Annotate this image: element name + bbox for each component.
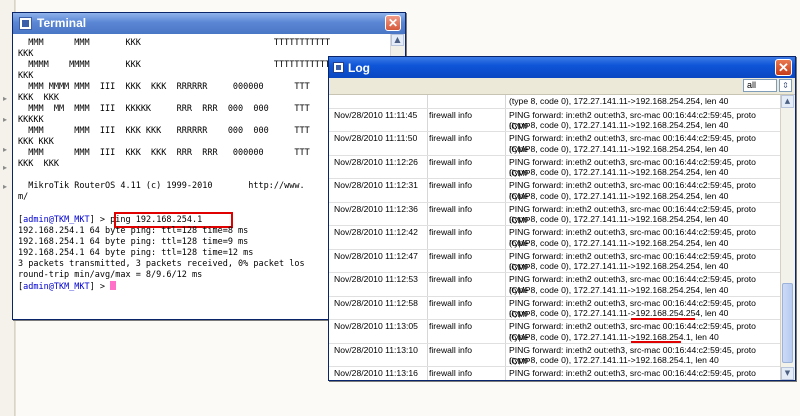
terminal-output-line: 3 packets transmitted, 3 packets receive… (18, 259, 305, 269)
log-topic: firewall info (429, 321, 472, 331)
terminal-banner-line: KKK (18, 71, 34, 81)
log-time: Nov/28/2010 11:12:58 (334, 297, 418, 308)
terminal-banner-line: KKK KKK (18, 93, 59, 103)
destination-underline (631, 317, 695, 320)
log-titlebar[interactable]: Log ✕ (329, 57, 795, 78)
terminal-banner-line: MMM MM MMM III KKKKK RRR RRR 000 000 TTT (18, 104, 310, 114)
terminal-prompt-line: [admin@TKM_MKT] > (18, 281, 117, 292)
log-window[interactable]: Log ✕ all ⇕ (type 8, code 0), 172.27.141… (328, 56, 796, 381)
prompt-suffix: ] > (89, 282, 111, 292)
log-message-detail: (type 8, code 0), 172.27.141.11->192.168… (509, 261, 729, 271)
log-message-detail: (type 8, code 0), 172.27.141.11->192.168… (509, 143, 729, 154)
log-title: Log (348, 61, 370, 75)
log-topic: firewall info (429, 180, 472, 190)
log-time: Nov/28/2010 11:13:16 (334, 368, 418, 378)
log-topic: firewall info (429, 250, 472, 261)
log-row[interactable]: Nov/28/2010 11:12:47 firewall info PING fo… (329, 250, 781, 273)
prompt-user: admin@TKM_MKT (23, 282, 90, 292)
marker-arrow-icon: ▸ (3, 94, 8, 103)
log-topic: firewall info (429, 344, 472, 355)
log-message-detail: (type 8, code 0), 172.27.141.11->192.168… (509, 355, 719, 365)
prompt-user: admin@TKM_MKT (23, 215, 90, 225)
scrollbar-thumb[interactable] (782, 283, 793, 363)
log-toolbar: all ⇕ (329, 78, 795, 95)
terminal-banner-line: MMM MMM III KKK KKK RRRRRR 000 000 TTT (18, 126, 310, 136)
log-scrollbar[interactable]: ▲ ▼ (780, 95, 795, 380)
log-message-detail: (type 8, code 0), 172.27.141.11->192.168… (509, 167, 729, 177)
log-topic: firewall info (429, 227, 472, 237)
close-icon[interactable]: ✕ (385, 15, 401, 31)
log-row[interactable]: Nov/28/2010 11:11:45 firewall info PING fo… (329, 109, 781, 132)
terminal-banner-line: MikroTik RouterOS 4.11 (c) 1999-2010 htt… (18, 181, 305, 191)
log-row[interactable]: Nov/28/2010 11:11:50 firewall info PING fo… (329, 132, 781, 156)
log-topic: firewall info (429, 368, 472, 378)
marker-arrow-icon: ▸ (3, 182, 8, 191)
terminal-banner-line: MMM MMMM MMM III KKK KKK RRRRRR 000000 T… (18, 82, 310, 92)
log-time: Nov/28/2010 11:12:53 (334, 274, 418, 284)
prompt-suffix: ] > (89, 215, 111, 225)
log-message-detail: (type 8, code 0), 172.27.141.11->192.168… (509, 190, 729, 201)
log-message: PING forward: in:eth2 out:eth3, src-mac … (509, 368, 756, 380)
log-app-icon (333, 62, 344, 73)
log-time: Nov/28/2010 11:13:10 (334, 344, 418, 355)
log-time: Nov/28/2010 11:12:36 (334, 203, 418, 214)
marker-arrow-icon: ▸ (3, 163, 8, 172)
terminal-title: Terminal (37, 16, 87, 30)
log-row[interactable]: Nov/28/2010 11:12:53 firewall info PING fo… (329, 273, 781, 297)
terminal-titlebar[interactable]: Terminal ✕ (13, 13, 405, 34)
terminal-banner-line: KKKKK (18, 115, 44, 125)
log-topic: firewall info (429, 133, 472, 143)
log-topic: firewall info (429, 203, 472, 214)
terminal-banner-line: MMM MMM KKK TTTTTTTTTTT (18, 38, 331, 48)
log-topic: firewall info (429, 109, 472, 120)
log-row[interactable]: Nov/28/2010 11:12:31 firewall info PING fo… (329, 179, 781, 203)
terminal-output-line: round-trip min/avg/max = 8/9.6/12 ms (18, 270, 203, 280)
scroll-up-icon[interactable]: ▲ (781, 95, 794, 108)
dropdown-arrow-icon[interactable]: ⇕ (779, 79, 792, 92)
terminal-banner-line: MMM MMM III KKK KKK RRR RRR 000000 TTT (18, 148, 310, 158)
terminal-app-icon (19, 17, 32, 30)
log-message-detail: (type 8, code 0), 172.27.141.11->192.168… (509, 237, 729, 248)
log-table[interactable]: (type 8, code 0), 172.27.141.11->192.168… (329, 95, 781, 380)
marker-arrow-icon: ▸ (3, 145, 8, 154)
terminal-output-line: 192.168.254.1 64 byte ping: ttl=128 time… (18, 248, 254, 258)
terminal-banner-line: KKK (18, 49, 34, 59)
log-row[interactable]: Nov/28/2010 11:12:36 firewall info PING fo… (329, 203, 781, 226)
log-row[interactable]: Nov/28/2010 11:13:10 firewall info PING fo… (329, 344, 781, 367)
log-time: Nov/28/2010 11:13:05 (334, 321, 418, 331)
log-message: (type 8, code 0), 172.27.141.11->192.168… (509, 96, 729, 106)
log-row-partial[interactable]: (type 8, code 0), 172.27.141.11->192.168… (329, 95, 781, 109)
log-topic: firewall info (429, 156, 472, 167)
terminal-banner-line: KKK KKK (18, 159, 59, 169)
log-row[interactable]: Nov/28/2010 11:13:16 firewall info PING fo… (329, 367, 781, 380)
scroll-up-icon[interactable]: ▲ (391, 34, 404, 46)
log-row[interactable]: Nov/28/2010 11:12:42 firewall info PING fo… (329, 226, 781, 250)
terminal-output-line: 192.168.254.1 64 byte ping: ttl=128 time… (18, 226, 249, 236)
log-time: Nov/28/2010 11:12:47 (334, 250, 418, 261)
log-time: Nov/28/2010 11:12:31 (334, 180, 418, 190)
log-topic: firewall info (429, 297, 472, 308)
log-row[interactable]: Nov/28/2010 11:12:58 firewall info PING fo… (329, 297, 781, 320)
log-message-detail: (type 8, code 0), 172.27.141.11->192.168… (509, 214, 729, 224)
log-time: Nov/28/2010 11:12:42 (334, 227, 418, 237)
log-filter-select[interactable]: all (743, 79, 777, 92)
terminal-banner-line: KKK KKK (18, 137, 54, 147)
scroll-down-icon[interactable]: ▼ (781, 367, 794, 380)
log-time: Nov/28/2010 11:11:50 (334, 133, 418, 143)
terminal-banner-line: m/ (18, 192, 29, 202)
destination-underline (631, 341, 681, 343)
marker-arrow-icon: ▸ (3, 115, 8, 124)
log-time: Nov/28/2010 11:12:26 (334, 156, 418, 167)
terminal-cursor (110, 281, 117, 290)
log-message-detail: (type 8, code 0), 172.27.141.11->192.168… (509, 120, 729, 130)
log-message-detail: (type 8, code 0), 172.27.141.11->192.168… (509, 284, 729, 295)
log-row[interactable]: Nov/28/2010 11:12:26 firewall info PING fo… (329, 156, 781, 179)
terminal-output-line: 192.168.254.1 64 byte ping: ttl=128 time… (18, 237, 249, 247)
log-row[interactable]: Nov/28/2010 11:13:05 firewall info PING fo… (329, 320, 781, 344)
terminal-banner-line: MMMM MMMM KKK TTTTTTTTTTT (18, 60, 331, 70)
close-icon[interactable]: ✕ (775, 59, 792, 76)
log-time: Nov/28/2010 11:11:45 (334, 109, 418, 120)
log-topic: firewall info (429, 274, 472, 284)
